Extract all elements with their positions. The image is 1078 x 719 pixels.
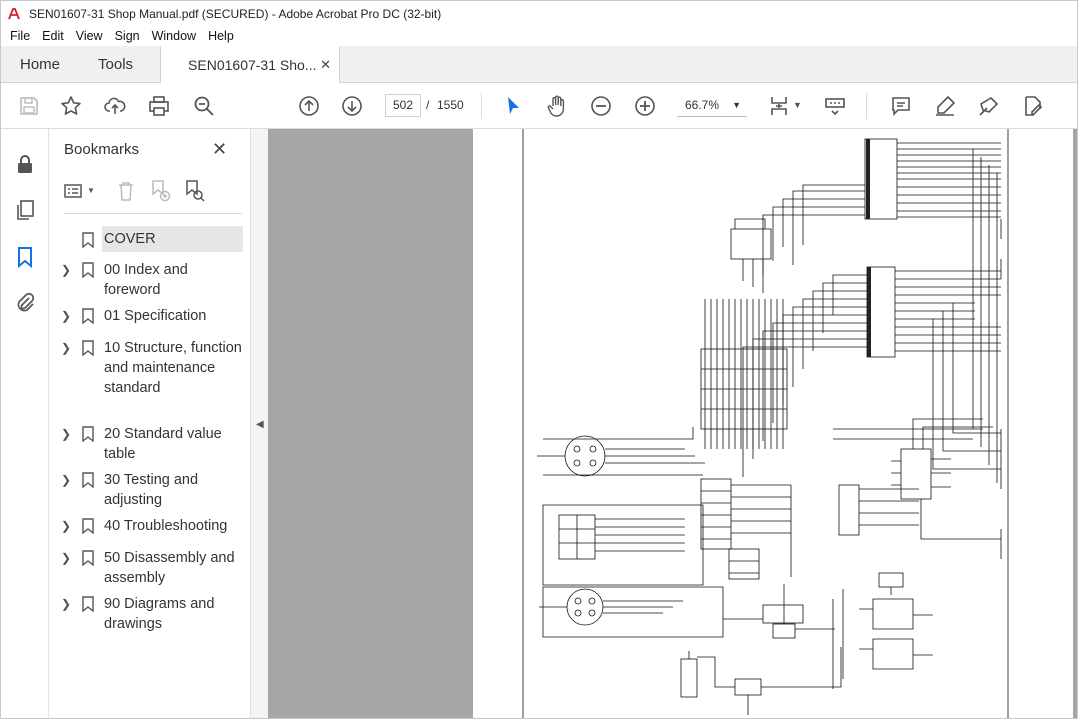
page-number-input[interactable]: 502 [385,94,421,117]
highlight-icon[interactable] [933,94,957,118]
sign-icon[interactable] [977,94,1001,118]
options-dropdown-icon[interactable]: ▼ [87,186,95,195]
chevron-right-icon[interactable]: ❯ [61,470,71,490]
fit-page-icon[interactable] [767,94,791,118]
menu-help[interactable]: Help [203,29,239,43]
page-down-icon[interactable] [340,94,364,118]
bookmark-flag-icon [82,426,94,442]
navigation-rail [1,129,49,718]
bookmark-item-testing[interactable]: ❯ 30 Testing and adjusting [50,470,250,510]
menu-file[interactable]: File [5,29,35,43]
bookmark-label: 30 Testing and adjusting [104,472,199,508]
close-tab-icon[interactable]: ✕ [320,57,331,73]
hydraulic-circuit-diagram [522,129,1009,718]
bookmark-flag-icon [82,232,94,248]
chevron-right-icon[interactable]: ❯ [61,306,71,326]
page-separator: / [426,98,430,112]
panel-splitter[interactable]: ◀ [250,129,268,718]
print-icon[interactable] [147,94,171,118]
toolbar-divider [481,93,482,119]
save-icon[interactable] [17,94,41,118]
page-up-icon[interactable] [297,94,321,118]
pdf-page [473,129,1073,718]
bookmark-flag-icon [82,596,94,612]
bookmark-item-standard-value[interactable]: ❯ 20 Standard value table [50,424,250,464]
edit-pdf-icon[interactable] [1021,94,1045,118]
menu-view[interactable]: View [71,29,108,43]
bookmark-item-structure[interactable]: ❯ 10 Structure, function and maintenance… [50,338,250,418]
tab-tools[interactable]: Tools [79,46,152,82]
bookmarks-title: Bookmarks [64,141,140,158]
menu-sign[interactable]: Sign [110,29,145,43]
bookmark-item-disassembly[interactable]: ❯ 50 Disassembly and assembly [50,548,250,588]
tab-document-label: SEN01607-31 Sho... [188,57,317,73]
scroll-mode-icon[interactable] [823,94,847,118]
find-bookmark-icon[interactable] [182,179,206,203]
zoom-value: 66.7% [685,98,720,112]
hand-icon[interactable] [545,94,569,118]
chevron-right-icon[interactable]: ❯ [61,338,71,358]
delete-bookmark-icon[interactable] [114,179,138,203]
tab-home[interactable]: Home [1,46,79,82]
acrobat-window: SEN01607-31 Shop Manual.pdf (SECURED) - … [0,0,1078,719]
total-pages: 1550 [437,98,464,112]
document-view[interactable] [268,129,1077,718]
bookmark-item-diagrams[interactable]: ❯ 90 Diagrams and drawings [50,594,250,634]
bookmark-item-cover[interactable]: COVER [102,226,243,252]
bookmarks-panel: Bookmarks ✕ ▼ COVER ❯ 00 Index and forew… [50,129,250,718]
bookmark-item-troubleshooting[interactable]: ❯ 40 Troubleshooting [50,516,250,536]
zoom-out-icon[interactable] [589,94,613,118]
bookmark-label: 10 Structure, function and maintenance s… [104,340,242,396]
bookmark-label: 50 Disassembly and assembly [104,550,235,586]
bookmark-flag-icon [82,262,94,278]
bookmark-label: COVER [104,231,156,247]
bookmark-label: 40 Troubleshooting [104,518,228,534]
bookmark-flag-icon [82,308,94,324]
star-icon[interactable] [59,94,83,118]
options-menu-icon[interactable] [62,179,86,203]
pages-icon[interactable] [14,199,36,221]
menu-window[interactable]: Window [147,29,201,43]
chevron-down-icon: ▼ [732,100,741,110]
window-title: SEN01607-31 Shop Manual.pdf (SECURED) - … [29,6,442,21]
collapse-panel-icon[interactable]: ◀ [256,419,264,430]
menu-edit[interactable]: Edit [37,29,69,43]
close-panel-icon[interactable]: ✕ [212,139,227,160]
paperclip-icon[interactable] [14,291,36,313]
tab-bar: Home Tools SEN01607-31 Sho... ✕ [1,46,1077,84]
bookmark-label: 90 Diagrams and drawings [104,596,215,632]
bookmark-flag-icon [82,472,94,488]
select-cursor-icon[interactable] [501,94,525,118]
toolbar: 502 / 1550 66.7% ▼ ▼ [1,83,1077,129]
zoom-search-icon[interactable] [192,94,216,118]
fit-page-dropdown-icon[interactable]: ▼ [793,100,802,110]
chevron-right-icon[interactable]: ❯ [61,424,71,444]
comment-icon[interactable] [889,94,913,118]
zoom-select[interactable]: 66.7% ▼ [677,94,747,117]
bookmark-icon[interactable] [14,246,36,268]
chevron-right-icon[interactable]: ❯ [61,548,71,568]
bookmark-item-index[interactable]: ❯ 00 Index and foreword [50,260,250,300]
acrobat-logo-icon [7,7,21,21]
menu-bar: File Edit View Sign Window Help [1,26,1077,46]
toolbar-divider [866,93,867,119]
chevron-right-icon[interactable]: ❯ [61,594,71,614]
new-bookmark-icon[interactable] [148,179,172,203]
bookmarks-divider [64,213,242,214]
tab-document[interactable]: SEN01607-31 Sho... ✕ [160,46,341,84]
bookmark-flag-icon [82,550,94,566]
bookmark-item-specification[interactable]: ❯ 01 Specification [50,306,250,326]
bookmark-label: 20 Standard value table [104,426,222,462]
lock-icon[interactable] [14,153,36,175]
bookmarks-toolbar: ▼ [62,179,242,205]
chevron-right-icon[interactable]: ❯ [61,516,71,536]
bookmark-label: 00 Index and foreword [104,262,188,298]
title-bar: SEN01607-31 Shop Manual.pdf (SECURED) - … [1,1,1077,26]
chevron-right-icon[interactable]: ❯ [61,260,71,280]
zoom-in-icon[interactable] [633,94,657,118]
upload-icon[interactable] [103,94,127,118]
bookmark-flag-icon [82,518,94,534]
bookmark-label: 01 Specification [104,308,207,324]
bookmark-flag-icon [82,340,94,356]
